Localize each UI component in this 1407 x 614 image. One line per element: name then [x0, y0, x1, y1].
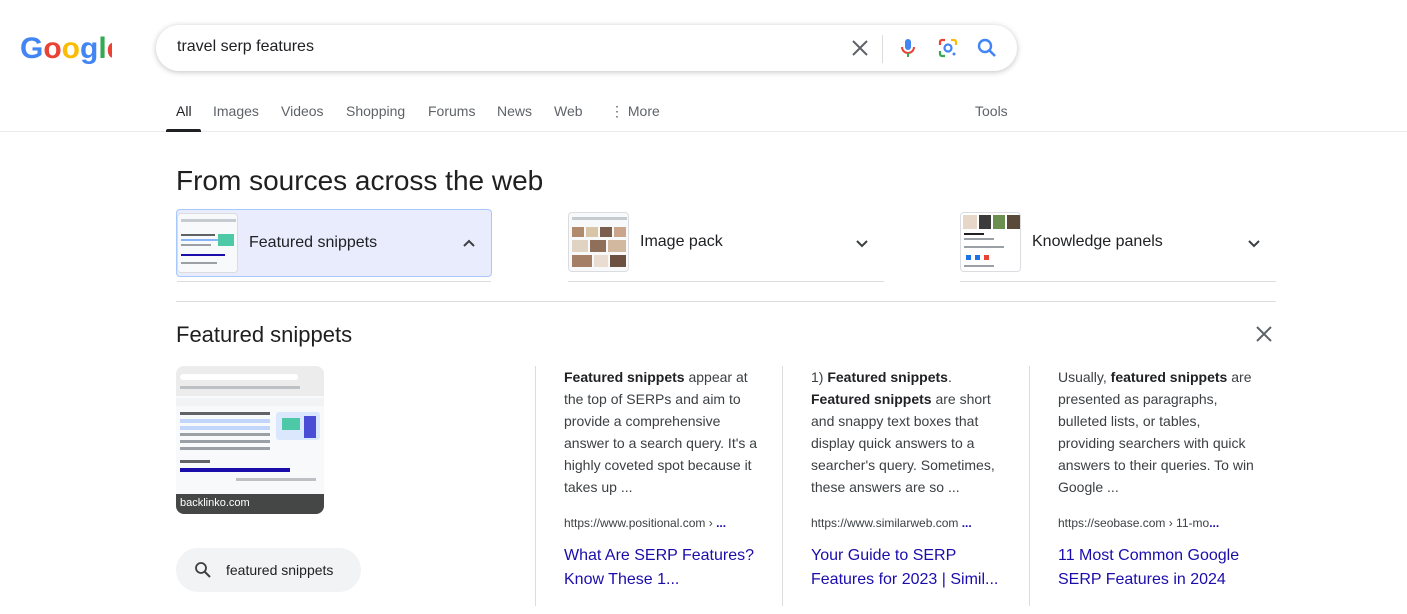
result-url[interactable]: https://seobase.com › 11-mo...	[1058, 516, 1268, 530]
chip-underline	[177, 281, 491, 282]
chip-label: Image pack	[640, 233, 723, 250]
tab-all[interactable]: All	[176, 103, 192, 119]
chip-underline	[568, 281, 884, 282]
search-tabs: All Images Videos Shopping Forums News W…	[0, 90, 1407, 132]
chip-thumbnail	[568, 212, 629, 272]
related-search-label: featured snippets	[226, 562, 334, 578]
search-divider	[882, 35, 883, 63]
expanded-title: Featured snippets	[176, 322, 353, 347]
tab-news[interactable]: News	[497, 103, 532, 119]
chip-thumbnail	[177, 213, 238, 273]
snippet-text: Usually, featured snippets are presented…	[1058, 369, 1254, 495]
result-url[interactable]: https://www.positional.com › ...	[564, 516, 774, 530]
chip-label: Knowledge panels	[1032, 233, 1163, 250]
tab-forums[interactable]: Forums	[428, 103, 475, 119]
result-url[interactable]: https://www.similarweb.com ...	[811, 516, 1021, 530]
google-logo[interactable]: Google	[20, 30, 112, 66]
tab-videos[interactable]: Videos	[281, 103, 324, 119]
divider	[176, 301, 1276, 302]
result-title-link[interactable]: Your Guide to SERP Features for 2023 | S…	[811, 544, 1011, 592]
tools-button[interactable]: Tools	[975, 103, 1008, 119]
result-title-link[interactable]: 11 Most Common Google SERP Features in 2…	[1058, 544, 1258, 592]
chip-knowledge-panels[interactable]: Knowledge panels	[960, 209, 1276, 282]
chip-image-pack[interactable]: Image pack	[568, 209, 884, 282]
chevron-up-icon[interactable]	[461, 236, 477, 252]
snippet-text: Featured snippets appear at the top of S…	[564, 369, 758, 495]
tab-more[interactable]: ⋮ More	[610, 103, 660, 120]
tab-more-label: More	[627, 103, 660, 119]
chip-label: Featured snippets	[249, 234, 378, 251]
search-input[interactable]: travel serp features	[177, 38, 314, 56]
snippet-result: 1) Featured snippets. Featured snippets …	[782, 366, 1028, 606]
search-box[interactable]: travel serp features	[156, 25, 1017, 71]
url-ellipsis: ...	[1209, 516, 1220, 530]
tab-shopping[interactable]: Shopping	[346, 103, 405, 119]
close-icon[interactable]	[1254, 324, 1274, 344]
svg-text:Google: Google	[20, 32, 112, 65]
google-lens-icon[interactable]	[936, 36, 960, 60]
chevron-down-icon[interactable]	[1246, 235, 1262, 251]
search-icon	[195, 562, 211, 578]
related-search-chip[interactable]: featured snippets	[176, 548, 361, 592]
tab-images[interactable]: Images	[213, 103, 259, 119]
chip-thumbnail	[960, 212, 1021, 272]
url-ellipsis: ...	[961, 516, 972, 530]
source-thumbnail[interactable]: backlinko.com	[176, 366, 324, 514]
chip-featured-snippets[interactable]: Featured snippets	[176, 209, 492, 282]
url-ellipsis: ...	[716, 516, 727, 530]
result-title-link[interactable]: What Are SERP Features? Know These 1...	[564, 544, 764, 592]
thumbnail-image	[176, 366, 324, 514]
snippet-result: Featured snippets appear at the top of S…	[535, 366, 781, 606]
thumbnail-source: backlinko.com	[176, 494, 324, 514]
snippet-text: 1) Featured snippets. Featured snippets …	[811, 369, 995, 495]
chip-underline	[960, 281, 1276, 282]
snippet-result: Usually, featured snippets are presented…	[1029, 366, 1275, 606]
more-dots-icon: ⋮	[610, 103, 628, 119]
active-tab-indicator	[166, 129, 201, 132]
microphone-icon[interactable]	[896, 36, 920, 60]
search-icon[interactable]	[975, 36, 999, 60]
tab-web[interactable]: Web	[554, 103, 583, 119]
clear-icon[interactable]	[848, 36, 872, 60]
chevron-down-icon[interactable]	[854, 235, 870, 251]
section-title: From sources across the web	[176, 165, 544, 196]
